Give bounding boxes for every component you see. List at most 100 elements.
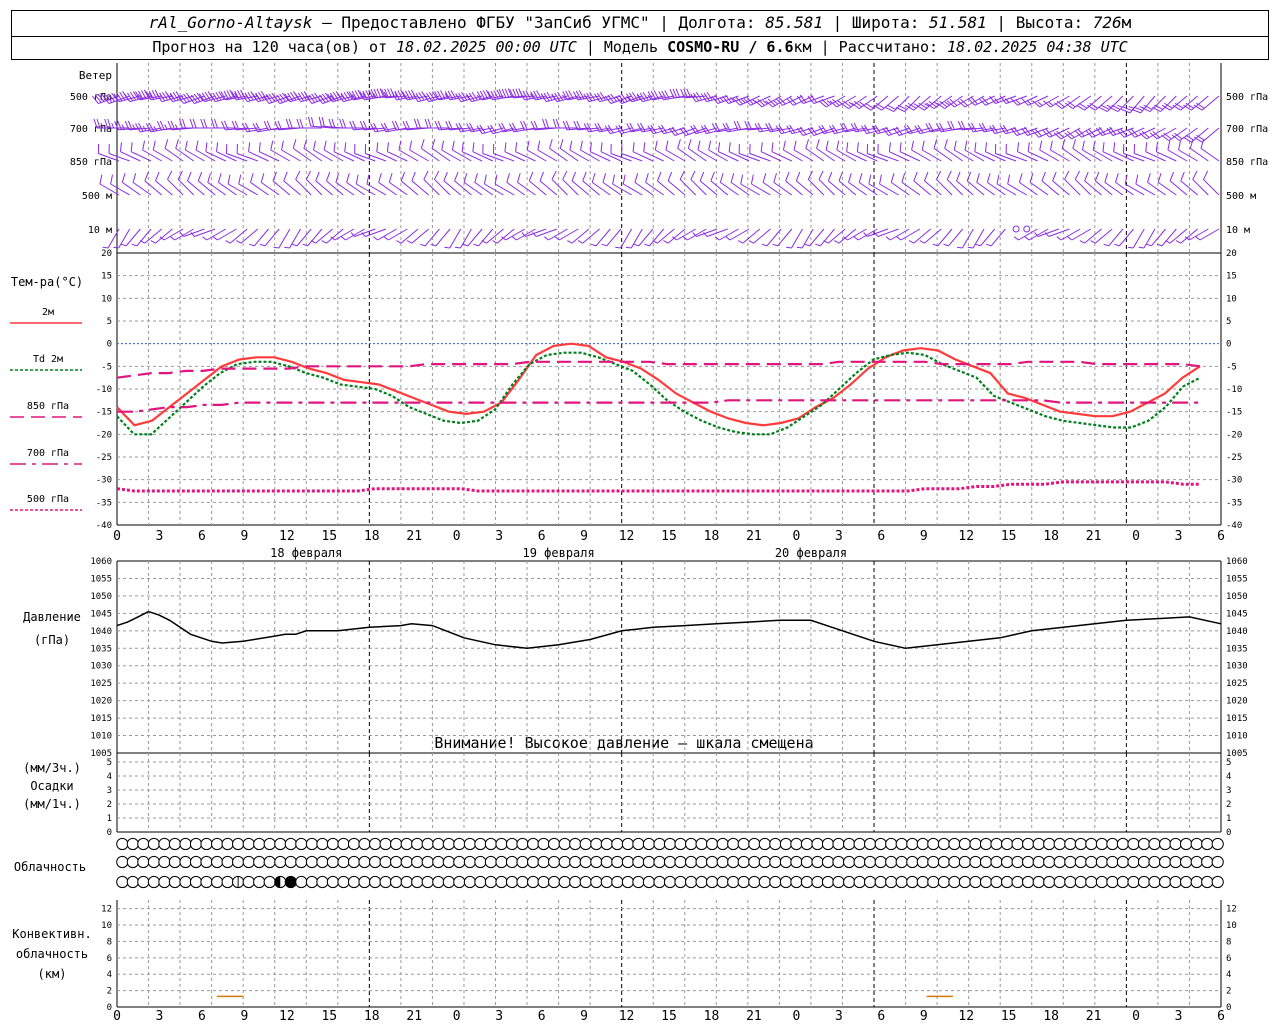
barb-staff [881, 95, 899, 111]
pressure-tick-label-right: 1040 [1226, 627, 1248, 637]
barb-feather [292, 139, 297, 149]
barb-feather [571, 171, 577, 182]
pressure-unit-label: (гПа) [34, 633, 70, 647]
cloud-cell [137, 837, 150, 851]
barb-staff [602, 181, 622, 196]
wind-barb [974, 142, 995, 162]
cloud-cell [369, 837, 382, 851]
cloud-cell [1211, 837, 1224, 851]
wind-barb [333, 142, 355, 162]
cloud-cell [326, 837, 339, 851]
time-tick-label: 6 [538, 529, 546, 544]
cloud-cell [906, 875, 919, 889]
barb-staff [250, 181, 269, 196]
barb-feather [537, 140, 541, 151]
cloud-cell [295, 837, 308, 851]
wind-level-label: 10 м [88, 225, 112, 236]
cloud-cell [948, 855, 961, 869]
barb-staff [313, 149, 333, 162]
cloud-cell [1180, 875, 1193, 889]
barb-half-feather [761, 243, 768, 247]
barb-staff [1161, 228, 1177, 247]
barb-feather [657, 171, 662, 182]
temp-tick-label: -15 [96, 408, 112, 418]
cloud-cell [716, 837, 729, 851]
barb-staff [1071, 228, 1092, 241]
wind-barb [159, 228, 184, 241]
cloud-cell [358, 875, 371, 889]
barb-feather [944, 139, 948, 149]
barb-half-feather [908, 240, 915, 244]
pressure-tick-label-right: 1035 [1226, 644, 1248, 654]
cloud-cell [769, 855, 782, 869]
cloud-cell [347, 855, 361, 869]
cloud-cell [590, 837, 603, 851]
barb-feather [1017, 142, 1020, 152]
cloud-cell [284, 855, 297, 869]
barb-staff [345, 228, 365, 241]
wind-barb [1023, 225, 1031, 233]
precip-tick-label: 4 [107, 772, 112, 782]
wind-barb [590, 228, 611, 247]
barb-feather [708, 140, 712, 151]
barb-feather [200, 118, 205, 129]
barb-half-feather [748, 240, 754, 244]
cloud-cell [832, 875, 845, 889]
cloud-cell [1169, 855, 1182, 869]
barb-half-feather [1114, 243, 1120, 247]
barb-feather [1021, 98, 1029, 106]
cloud-cell [474, 855, 487, 869]
cloud-cell [432, 837, 445, 851]
wind-barb [444, 228, 462, 249]
barb-feather [846, 142, 849, 152]
barb-staff [791, 228, 803, 249]
barb-staff [954, 149, 974, 162]
cloud-cell [1001, 837, 1014, 851]
barb-half-feather [212, 236, 218, 241]
cloud-cell [1127, 855, 1140, 869]
cloud-cell [1022, 875, 1035, 889]
time-tick-label: 6 [198, 1009, 206, 1024]
cloud-cell [558, 837, 571, 851]
cloud-cell [979, 837, 993, 851]
barb-half-feather [1067, 236, 1073, 241]
temp-tick-label-right: -15 [1226, 408, 1242, 418]
temp-tick-label-right: 0 [1226, 340, 1231, 350]
barb-feather [307, 116, 312, 127]
cloud-cell [958, 855, 972, 869]
barb-feather [643, 142, 646, 152]
barb-half-feather [1056, 236, 1062, 241]
barb-feather [227, 174, 231, 185]
barb-staff [197, 180, 216, 196]
cloud-cell [927, 875, 940, 889]
barb-feather [1081, 140, 1085, 151]
wind-barb [985, 228, 1006, 247]
time-tick-label: 21 [406, 529, 422, 544]
cloud-cell [126, 837, 139, 851]
barb-half-feather [102, 246, 109, 249]
barb-feather [690, 170, 696, 180]
cloud-cell [590, 855, 603, 869]
cloud-cell [400, 855, 413, 869]
barb-feather [366, 174, 370, 185]
barb-half-feather [1128, 106, 1135, 109]
barb-feather [1029, 173, 1034, 183]
cloud-cell [453, 837, 466, 851]
cloud-cell [1127, 875, 1140, 889]
temp-tick-label: 5 [107, 317, 112, 327]
barb-feather [296, 118, 301, 129]
wind-barb [975, 228, 996, 247]
wind-barb [943, 228, 964, 247]
barb-feather [388, 173, 393, 183]
cloud-cell [632, 875, 645, 889]
barb-half-feather [1146, 243, 1152, 247]
convective-tick-label: 12 [101, 905, 112, 915]
barb-staff [278, 228, 291, 249]
barb-feather [795, 171, 801, 182]
barb-half-feather [273, 246, 279, 249]
convective-tick-label: 0 [107, 1003, 112, 1013]
barb-feather [423, 170, 429, 180]
wind-barb [378, 173, 397, 196]
cloud-cell [200, 855, 213, 869]
barb-feather [483, 174, 487, 185]
